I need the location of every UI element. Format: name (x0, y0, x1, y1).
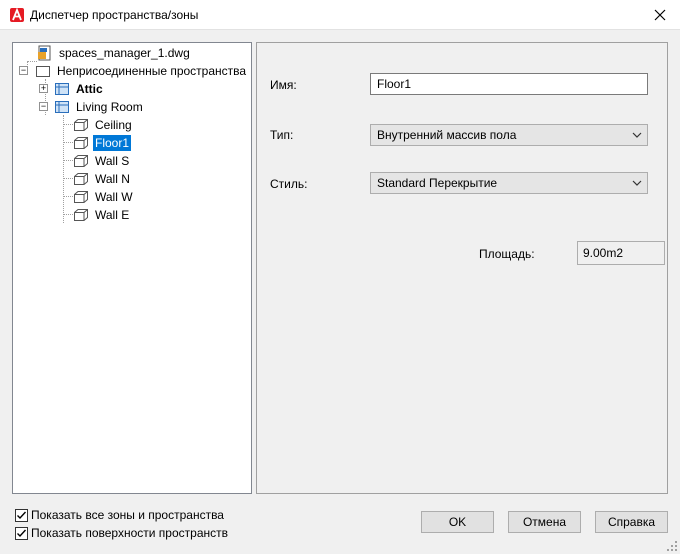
tree-connector (63, 160, 73, 161)
checkmark-icon (15, 526, 28, 540)
style-dropdown[interactable]: Standard Перекрытие (370, 172, 648, 194)
tree-item-drawing[interactable]: spaces_manager_1.dwg (37, 44, 192, 62)
title-bar: Диспетчер пространства/зоны (0, 0, 680, 30)
collapse-icon[interactable]: − (39, 102, 48, 111)
show-surfaces-label: Показать поверхности пространств (31, 526, 228, 540)
tree-item-label: Wall W (95, 190, 133, 204)
tree-item-attic[interactable]: + Attic (39, 80, 105, 98)
space-icon (54, 99, 70, 115)
tree-connector (63, 115, 64, 223)
close-icon (654, 9, 666, 21)
ok-button[interactable]: OK (421, 511, 494, 533)
show-all-zones-checkbox[interactable]: Показать все зоны и пространства (15, 508, 224, 522)
type-dropdown-value: Внутренний массив пола (377, 128, 517, 142)
tree-connector (63, 124, 73, 125)
area-label: Площадь: (479, 247, 535, 261)
help-button[interactable]: Справка (595, 511, 668, 533)
space-icon (54, 81, 70, 97)
tree-item-surface[interactable]: Wall E (73, 206, 131, 224)
area-value: 9.00m2 (577, 241, 665, 265)
tree-item-label: Floor1 (93, 135, 132, 151)
surface-icon (73, 135, 89, 151)
tree-item-label: Wall N (95, 172, 130, 186)
expand-icon[interactable]: + (39, 84, 48, 93)
surface-icon (73, 153, 89, 169)
tree-item-label: Wall S (95, 154, 130, 168)
autocad-logo-icon (10, 7, 24, 22)
tree-item-surface[interactable]: Wall N (73, 170, 132, 188)
show-all-zones-label: Показать все зоны и пространства (31, 508, 224, 522)
drawing-file-icon (37, 45, 53, 61)
tree-item-label: spaces_manager_1.dwg (59, 46, 190, 60)
type-dropdown[interactable]: Внутренний массив пола (370, 124, 648, 146)
collapse-icon[interactable]: − (19, 66, 28, 75)
chevron-down-icon (631, 129, 643, 141)
tree-connector (63, 142, 73, 143)
tree-connector (63, 196, 73, 197)
properties-panel: Имя: Floor1 Тип: Внутренний массив пола … (256, 42, 668, 494)
style-dropdown-value: Standard Перекрытие (377, 176, 498, 190)
tree-item-surface[interactable]: Ceiling (73, 116, 134, 134)
surface-icon (73, 171, 89, 187)
surface-icon (73, 207, 89, 223)
tree-item-label: Ceiling (95, 118, 132, 132)
checkmark-icon (15, 508, 28, 522)
surface-icon (73, 117, 89, 133)
surface-icon (73, 189, 89, 205)
tree-item-label: Attic (76, 82, 103, 96)
type-label: Тип: (270, 128, 294, 142)
folder-icon (35, 63, 51, 79)
tree-item-surface-selected[interactable]: Floor1 (73, 134, 132, 152)
style-label: Стиль: (270, 177, 308, 191)
show-surfaces-checkbox[interactable]: Показать поверхности пространств (15, 526, 228, 540)
tree-item-surface[interactable]: Wall S (73, 152, 131, 170)
tree-item-unattached-spaces[interactable]: − Неприсоединенные пространства (19, 62, 248, 80)
tree-connector (63, 178, 73, 179)
close-button[interactable] (646, 3, 674, 27)
tree-item-label: Неприсоединенные пространства (57, 64, 247, 78)
cancel-button[interactable]: Отмена (508, 511, 581, 533)
name-field[interactable]: Floor1 (370, 73, 648, 95)
tree-item-living-room[interactable]: − Living Room (39, 98, 145, 116)
tree-item-surface[interactable]: Wall W (73, 188, 135, 206)
resize-grip-icon[interactable] (666, 540, 678, 552)
chevron-down-icon (631, 177, 643, 189)
tree-item-label: Wall E (95, 208, 130, 222)
name-label: Имя: (270, 78, 297, 92)
space-tree[interactable]: spaces_manager_1.dwg − Неприсоединенные … (12, 42, 252, 494)
window-title: Диспетчер пространства/зоны (30, 8, 199, 22)
tree-item-label: Living Room (76, 100, 143, 114)
tree-connector (63, 214, 73, 215)
